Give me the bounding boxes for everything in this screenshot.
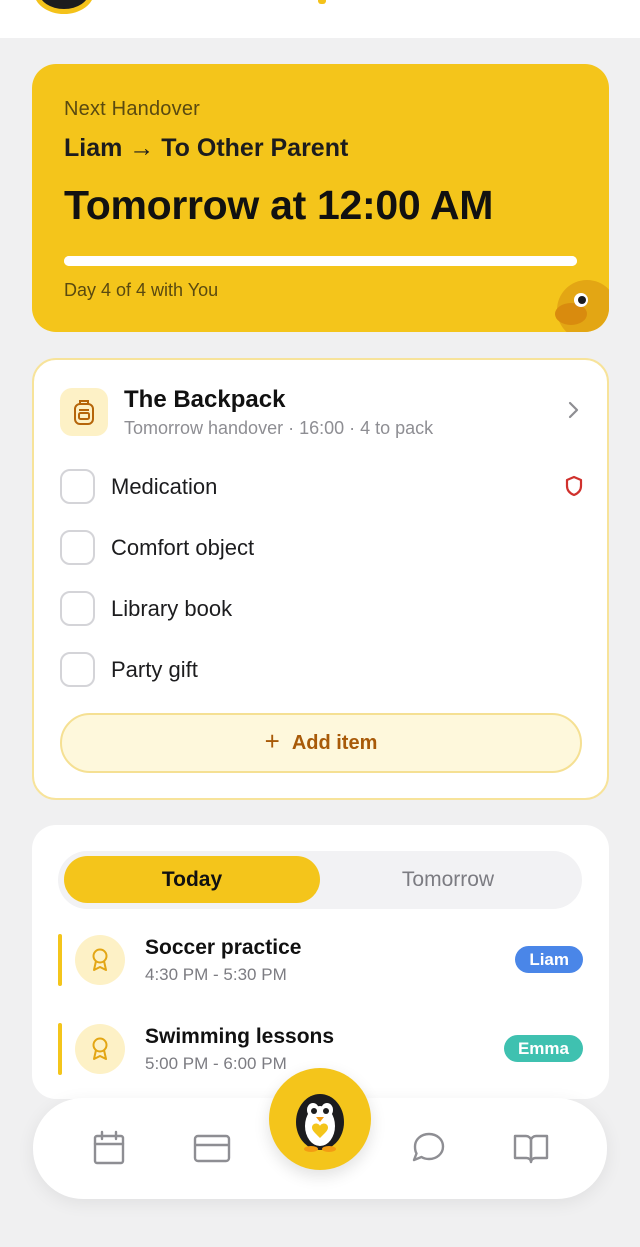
card-icon[interactable] (192, 1128, 232, 1168)
event-time: 5:00 PM - 6:00 PM (145, 1054, 287, 1073)
award-icon (75, 935, 125, 985)
checklist-item-label: Comfort object (111, 534, 255, 560)
event-accent-bar (58, 1023, 62, 1075)
checklist-item-label: Medication (111, 473, 218, 499)
checklist-item-label: Library book (111, 595, 233, 621)
backpack-card: The Backpack Tomorrow handover · 16:00 ·… (32, 358, 609, 800)
schedule-card: Today Tomorrow Soccer practice 4:30 PM -… (32, 825, 609, 1099)
event-time: 4:30 PM - 5:30 PM (145, 965, 287, 984)
app-title-fragment (318, 0, 326, 4)
checklist-item[interactable]: Medication (60, 456, 585, 517)
event-title: Soccer practice (145, 936, 302, 959)
chat-icon[interactable] (408, 1128, 448, 1168)
event-row[interactable]: Soccer practice 4:30 PM - 5:30 PM Liam (58, 928, 583, 988)
packing-checklist: Medication Comfort object Library book P… (60, 456, 585, 700)
child-tag: Liam (515, 946, 583, 973)
tab-tomorrow[interactable]: Tomorrow (320, 856, 576, 903)
penguin-fab-icon (296, 1094, 344, 1152)
handover-who: Liam → To Other Parent (64, 134, 349, 162)
add-item-label: Add item (291, 731, 378, 754)
backpack-title: The Backpack (124, 386, 286, 413)
checkbox[interactable] (60, 469, 95, 504)
backpack-header[interactable]: The Backpack Tomorrow handover · 16:00 ·… (60, 386, 585, 442)
profile-avatar[interactable] (34, 0, 94, 14)
top-bar (0, 0, 640, 38)
event-title: Swimming lessons (145, 1025, 335, 1048)
home-fab-button[interactable] (269, 1068, 371, 1170)
day-segmented-control: Today Tomorrow (58, 851, 582, 909)
calendar-icon[interactable] (89, 1128, 129, 1168)
backpack-subtitle: Tomorrow handover · 16:00 · 4 to pack (124, 418, 434, 438)
custody-days-text: Day 4 of 4 with You (64, 280, 219, 300)
checkbox[interactable] (60, 530, 95, 565)
tab-today[interactable]: Today (64, 856, 320, 903)
shield-icon (565, 475, 583, 497)
event-accent-bar (58, 934, 62, 986)
custody-progress-bar (64, 256, 577, 266)
handover-when: Tomorrow at 12:00 AM (64, 182, 494, 228)
checklist-item[interactable]: Library book (60, 578, 585, 639)
plus-icon: + (264, 726, 280, 756)
custody-progress-fill (64, 256, 577, 266)
add-item-button[interactable]: + Add item (60, 713, 582, 773)
handover-label: Next Handover (64, 98, 200, 120)
backpack-icon (60, 388, 108, 436)
checklist-item[interactable]: Comfort object (60, 517, 585, 578)
award-icon (75, 1024, 125, 1074)
next-handover-card[interactable]: Next Handover Liam → To Other Parent Tom… (32, 64, 609, 332)
toucan-mascot-icon (555, 280, 609, 332)
book-icon[interactable] (511, 1128, 551, 1168)
child-tag: Emma (503, 1035, 583, 1062)
chevron-right-icon[interactable] (561, 398, 585, 422)
checklist-item-label: Party gift (111, 656, 198, 682)
checkbox[interactable] (60, 591, 95, 626)
checklist-item[interactable]: Party gift (60, 639, 585, 700)
checkbox[interactable] (60, 652, 95, 687)
